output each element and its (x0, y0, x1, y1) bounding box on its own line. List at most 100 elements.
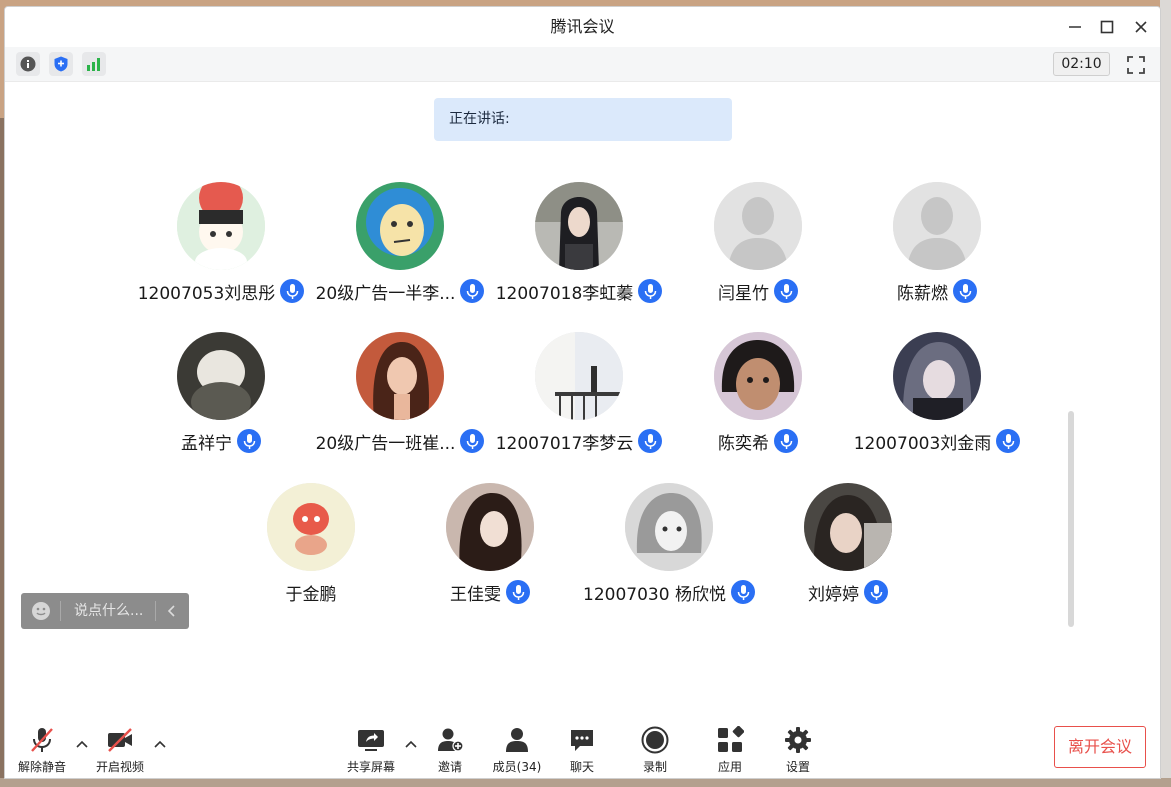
chat-button[interactable]: 聊天 (550, 724, 614, 774)
minimize-icon (1069, 26, 1081, 28)
participant-tile[interactable]: 12007017李梦云 (489, 332, 669, 462)
participant-name: 陈奕希 (718, 433, 769, 454)
shield-icon (54, 56, 68, 72)
maximize-icon (1100, 20, 1114, 34)
avatar (446, 483, 534, 571)
meeting-info-button[interactable] (16, 52, 40, 76)
mic-on-icon (774, 429, 798, 453)
unmute-label: 解除静音 (17, 760, 66, 774)
chat-quick-input[interactable]: 说点什么... (21, 593, 189, 629)
avatar (177, 332, 265, 420)
participant-name-row: 20级广告一班崔... (310, 428, 490, 454)
fullscreen-button[interactable] (1124, 53, 1148, 77)
emoji-icon[interactable] (31, 601, 51, 621)
avatar (356, 182, 444, 270)
share-screen-label: 共享屏幕 (346, 760, 395, 774)
mic-on-icon (864, 580, 888, 604)
speaking-indicator: 正在讲话: (434, 98, 732, 141)
desktop-background-right (1160, 0, 1171, 787)
participant-name: 闫星竹 (718, 283, 769, 304)
participant-tile[interactable]: 20级广告一班崔... (310, 332, 490, 462)
camera-off-icon (108, 728, 132, 752)
mic-on-icon (638, 429, 663, 453)
record-button[interactable]: 录制 (623, 724, 687, 774)
share-screen-button[interactable]: 共享屏幕 (339, 724, 403, 774)
avatar (356, 332, 444, 420)
participant-name: 12007003刘金雨 (853, 433, 992, 454)
divider (155, 601, 156, 621)
participant-name: 王佳雯 (450, 584, 501, 605)
mic-on-icon (774, 279, 798, 303)
participant-name: 12007053刘思彤 (137, 283, 276, 304)
mic-on-icon (506, 580, 530, 604)
participant-tile[interactable]: 刘婷婷 (758, 483, 938, 613)
chevron-left-icon[interactable] (164, 603, 180, 619)
chat-label: 聊天 (569, 760, 594, 774)
participant-name-row: 闫星竹 (668, 278, 848, 304)
apps-button[interactable]: 应用 (698, 724, 762, 774)
record-icon (641, 726, 669, 754)
divider (60, 601, 61, 621)
gear-icon (785, 727, 811, 753)
participant-tile[interactable]: 于金鹏 (221, 483, 401, 613)
avatar (535, 182, 623, 270)
mic-on-icon (280, 279, 305, 303)
participant-name: 孟祥宁 (181, 433, 232, 454)
fullscreen-icon (1127, 56, 1145, 74)
desktop-background-bottom (0, 778, 1171, 787)
avatar (893, 182, 981, 270)
maximize-button[interactable] (1092, 13, 1122, 41)
participant-name-row: 12007017李梦云 (489, 428, 669, 454)
security-button[interactable] (49, 52, 73, 76)
meeting-window: 腾讯会议 02:10 正在讲话: 12007053刘思彤 20级广告一半李...… (4, 6, 1161, 779)
avatar (177, 182, 265, 270)
network-signal-button[interactable] (82, 52, 106, 76)
participant-tile[interactable]: 孟祥宁 (131, 332, 311, 462)
avatar (714, 182, 802, 270)
avatar (267, 483, 355, 571)
participant-tile[interactable]: 12007030 杨欣悦 (579, 483, 759, 613)
close-button[interactable] (1126, 13, 1156, 41)
members-icon (506, 728, 528, 752)
chat-placeholder: 说点什么... (74, 603, 144, 619)
participant-name-row: 王佳雯 (400, 579, 580, 605)
participant-name-row: 陈奕希 (668, 428, 848, 454)
participant-name: 陈薪燃 (897, 283, 948, 304)
mic-on-icon (460, 429, 485, 453)
participant-tile[interactable]: 12007018李虹蓁 (489, 182, 669, 312)
start-video-button[interactable]: 开启视频 (88, 724, 152, 774)
mic-on-icon (638, 279, 663, 303)
participant-tile[interactable]: 12007053刘思彤 (131, 182, 311, 312)
close-icon (1135, 21, 1147, 33)
settings-button[interactable]: 设置 (766, 724, 830, 774)
meeting-timer: 02:10 (1053, 52, 1110, 76)
participant-name-row: 刘婷婷 (758, 579, 938, 605)
mic-muted-icon (31, 728, 53, 752)
invite-button[interactable]: 邀请 (418, 724, 482, 774)
participant-name-row: 12007018李虹蓁 (489, 278, 669, 304)
participant-name-row: 20级广告一半李... (310, 278, 490, 304)
minimize-button[interactable] (1060, 13, 1090, 41)
participant-tile[interactable]: 陈奕希 (668, 332, 848, 462)
participant-tile[interactable]: 20级广告一半李... (310, 182, 490, 312)
avatar (714, 332, 802, 420)
leave-meeting-button[interactable]: 离开会议 (1054, 726, 1146, 768)
participant-tile[interactable]: 陈薪燃 (847, 182, 1027, 312)
chevron-up-icon[interactable] (75, 738, 89, 752)
participant-tile[interactable]: 12007003刘金雨 (847, 332, 1027, 462)
avatar (625, 483, 713, 571)
mic-on-icon (953, 279, 977, 303)
share-screen-icon (358, 730, 384, 751)
participant-scrollbar[interactable] (1068, 411, 1074, 627)
mic-on-icon (237, 429, 261, 453)
chevron-up-icon[interactable] (153, 738, 167, 752)
title-bar: 腾讯会议 (5, 7, 1160, 47)
chevron-up-icon[interactable] (404, 738, 418, 752)
participant-name-row: 陈薪燃 (847, 278, 1027, 304)
unmute-button[interactable]: 解除静音 (10, 724, 74, 774)
participant-tile[interactable]: 闫星竹 (668, 182, 848, 312)
window-title: 腾讯会议 (550, 17, 615, 36)
participant-name-row: 12007003刘金雨 (847, 428, 1027, 454)
participant-name: 20级广告一班崔... (315, 433, 456, 454)
participant-tile[interactable]: 王佳雯 (400, 483, 580, 613)
